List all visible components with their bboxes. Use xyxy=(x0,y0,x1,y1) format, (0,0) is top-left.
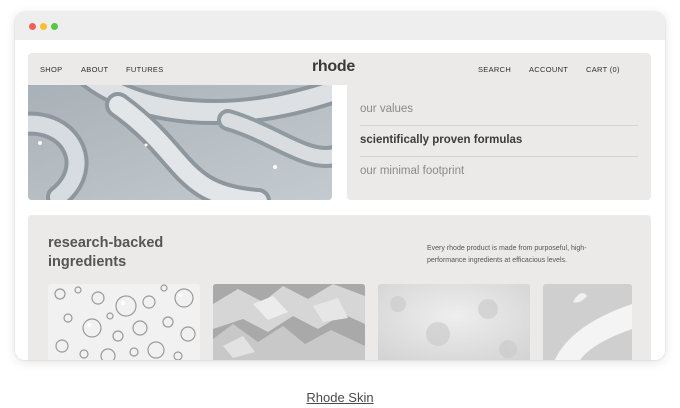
ingredients-description: Every rhode product is made from purpose… xyxy=(427,245,587,264)
nav-link-cart[interactable]: CART (0) xyxy=(586,65,620,74)
minimize-window-button[interactable] xyxy=(40,23,47,30)
powder-graphic xyxy=(378,284,530,360)
ingredients-title: research-backed ingredients xyxy=(48,235,164,270)
maximize-window-button[interactable] xyxy=(51,23,58,30)
values-item-footprint[interactable]: our minimal footprint xyxy=(360,165,464,177)
ingredients-section: research-backed ingredients Every rhode … xyxy=(28,215,651,360)
divider xyxy=(360,125,638,126)
brand-logo[interactable]: rhode xyxy=(312,58,355,76)
hero-product-image xyxy=(28,85,332,200)
close-window-button[interactable] xyxy=(29,23,36,30)
bubbles-image[interactable] xyxy=(48,284,200,360)
page-content: SHOP ABOUT FUTURES rhode SEARCH ACCOUNT … xyxy=(15,40,665,360)
stage: SHOP ABOUT FUTURES rhode SEARCH ACCOUNT … xyxy=(0,0,680,408)
nav-link-futures[interactable]: FUTURES xyxy=(126,65,164,74)
cream-smear-image[interactable] xyxy=(543,284,632,360)
cream-smear-graphic xyxy=(543,284,632,360)
divider xyxy=(360,156,638,157)
powder-image[interactable] xyxy=(378,284,530,360)
nav-link-search[interactable]: SEARCH xyxy=(478,65,511,74)
product-swirl-graphic xyxy=(28,85,332,200)
browser-window: SHOP ABOUT FUTURES rhode SEARCH ACCOUNT … xyxy=(15,12,665,360)
site-nav: SHOP ABOUT FUTURES rhode SEARCH ACCOUNT … xyxy=(28,53,651,85)
crystals-graphic xyxy=(213,284,365,360)
caption-link[interactable]: Rhode Skin xyxy=(0,390,680,405)
nav-link-about[interactable]: ABOUT xyxy=(81,65,108,74)
crystals-image[interactable] xyxy=(213,284,365,360)
values-panel: our values scientifically proven formula… xyxy=(347,85,651,200)
values-item-formulas[interactable]: scientifically proven formulas xyxy=(360,134,522,146)
nav-link-account[interactable]: ACCOUNT xyxy=(529,65,568,74)
values-item-our-values[interactable]: our values xyxy=(360,103,413,115)
bubbles-graphic xyxy=(48,284,200,360)
window-titlebar xyxy=(15,12,665,40)
nav-link-shop[interactable]: SHOP xyxy=(40,65,62,74)
